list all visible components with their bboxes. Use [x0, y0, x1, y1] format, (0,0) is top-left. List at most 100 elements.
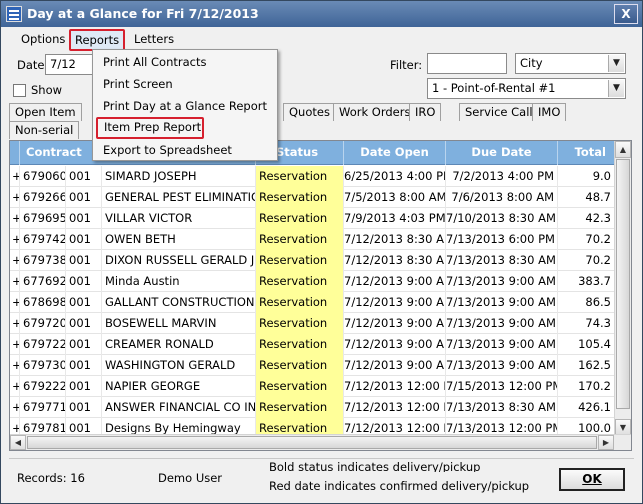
cell-date-open: 7/12/2013 12:00 PM: [344, 376, 446, 397]
scroll-thumb[interactable]: [616, 159, 630, 409]
window-title: Day at a Glance for Fri 7/12/2013: [27, 6, 259, 21]
table-row[interactable]: +679720001BOSEWELL MARVINReservation7/12…: [10, 313, 615, 334]
cell-date-open: 7/12/2013 9:00 AM: [344, 271, 446, 292]
scroll-right-icon[interactable]: ▶: [598, 435, 614, 450]
cell-store: 001: [66, 313, 102, 334]
header-due-date[interactable]: Due Date: [446, 141, 558, 165]
cell-date-open: 6/25/2013 4:00 PM: [344, 166, 446, 187]
cell-date-open: 7/5/2013 8:00 AM: [344, 187, 446, 208]
records-count: Records: 16: [17, 471, 85, 485]
table-row[interactable]: +678698001GALLANT CONSTRUCTIONReservatio…: [10, 292, 615, 313]
row-expand-toggle[interactable]: +: [10, 208, 20, 229]
cell-store: 001: [66, 292, 102, 313]
cell-due-date: 7/13/2013 9:00 AM: [446, 334, 558, 355]
close-button[interactable]: X: [614, 4, 638, 24]
menu-item-item-prep-report[interactable]: Item Prep Report: [96, 117, 204, 139]
cell-date-open: 7/12/2013 8:30 AM: [344, 229, 446, 250]
cell-contract: 679695: [20, 208, 66, 229]
row-expand-toggle[interactable]: +: [10, 355, 20, 376]
cell-customer: ANSWER FINANCIAL CO INC: [102, 397, 256, 418]
table-row[interactable]: +679722001CREAMER RONALDReservation7/12/…: [10, 334, 615, 355]
cell-due-date: 7/13/2013 9:00 AM: [446, 355, 558, 376]
menu-item-print-day-at-a-glance[interactable]: Print Day at a Glance Report: [97, 96, 273, 116]
cell-customer: Minda Austin: [102, 271, 256, 292]
cell-customer: SIMARD JOSEPH: [102, 166, 256, 187]
cell-status: Reservation: [256, 292, 344, 313]
table-row[interactable]: +679060001SIMARD JOSEPHReservation6/25/2…: [10, 166, 615, 187]
menu-item-export-to-spreadsheet[interactable]: Export to Spreadsheet: [97, 140, 273, 160]
chevron-down-icon[interactable]: ▼: [608, 55, 624, 72]
horizontal-scrollbar[interactable]: ◀ ▶: [10, 434, 631, 450]
cell-contract: 679738: [20, 250, 66, 271]
cell-status: Reservation: [256, 271, 344, 292]
scroll-left-icon[interactable]: ◀: [10, 435, 26, 450]
cell-date-open: 7/12/2013 9:00 AM: [344, 292, 446, 313]
filter-input[interactable]: [427, 53, 507, 74]
scroll-up-icon[interactable]: ▲: [615, 141, 631, 158]
row-expand-toggle[interactable]: +: [10, 292, 20, 313]
cell-contract: 677692: [20, 271, 66, 292]
tab-iro[interactable]: IRO: [409, 103, 442, 121]
store-select[interactable]: 1 - Point-of-Rental #1 ▼: [427, 78, 626, 99]
table-row[interactable]: +679742001OWEN BETHReservation7/12/2013 …: [10, 229, 615, 250]
table-row[interactable]: +679771001ANSWER FINANCIAL CO INCReserva…: [10, 397, 615, 418]
row-expand-toggle[interactable]: +: [10, 166, 20, 187]
row-expand-toggle[interactable]: +: [10, 376, 20, 397]
row-expand-toggle[interactable]: +: [10, 334, 20, 355]
cell-due-date: 7/13/2013 6:00 PM: [446, 229, 558, 250]
tab-non-serial[interactable]: Non-serial: [9, 121, 80, 139]
cell-contract: 679060: [20, 166, 66, 187]
cell-customer: GENERAL PEST ELIMINATION: [102, 187, 256, 208]
table-row[interactable]: +679222001NAPIER GEORGEReservation7/12/2…: [10, 376, 615, 397]
show-label: Show: [31, 83, 63, 97]
cell-customer: WASHINGTON GERALD: [102, 355, 256, 376]
current-user: Demo User: [158, 471, 223, 485]
hscroll-thumb[interactable]: [27, 436, 597, 449]
table-row[interactable]: +677692001Minda AustinReservation7/12/20…: [10, 271, 615, 292]
row-expand-toggle[interactable]: +: [10, 271, 20, 292]
app-icon: [6, 6, 22, 22]
table-row[interactable]: +679738001DIXON RUSSELL GERALD JRReserva…: [10, 250, 615, 271]
cell-customer: NAPIER GEORGE: [102, 376, 256, 397]
filter-label: Filter:: [390, 58, 423, 72]
row-expand-toggle[interactable]: +: [10, 229, 20, 250]
cell-date-open: 7/9/2013 4:03 PM: [344, 208, 446, 229]
cell-contract: 679771: [20, 397, 66, 418]
title-bar[interactable]: Day at a Glance for Fri 7/12/2013 X: [1, 1, 642, 27]
legend-red-date: Red date indicates confirmed delivery/pi…: [269, 479, 530, 493]
table-row[interactable]: +679730001WASHINGTON GERALDReservation7/…: [10, 355, 615, 376]
table-row[interactable]: +679695001VILLAR VICTORReservation7/9/20…: [10, 208, 615, 229]
tab-quotes[interactable]: Quotes: [283, 103, 336, 121]
cell-customer: CREAMER RONALD: [102, 334, 256, 355]
cell-customer: OWEN BETH: [102, 229, 256, 250]
cell-contract: 678698: [20, 292, 66, 313]
date-field[interactable]: 7/12: [45, 54, 95, 75]
cell-store: 001: [66, 187, 102, 208]
row-expand-toggle[interactable]: +: [10, 250, 20, 271]
menu-options[interactable]: Options: [17, 31, 69, 49]
tab-work-orders[interactable]: Work Orders: [333, 103, 417, 121]
cell-total: 70.2: [558, 250, 615, 271]
ok-button[interactable]: OK: [559, 468, 625, 491]
menu-reports[interactable]: Reports: [69, 29, 126, 51]
show-checkbox[interactable]: [13, 84, 26, 97]
cell-due-date: 7/2/2013 4:00 PM: [446, 166, 558, 187]
row-expand-toggle[interactable]: +: [10, 397, 20, 418]
table-row[interactable]: +679266001GENERAL PEST ELIMINATIONReserv…: [10, 187, 615, 208]
cell-contract: 679720: [20, 313, 66, 334]
chevron-down-icon[interactable]: ▼: [608, 80, 624, 97]
row-expand-toggle[interactable]: +: [10, 313, 20, 334]
tab-open-items[interactable]: Open Item: [9, 103, 82, 121]
filter-field-select[interactable]: City ▼: [515, 53, 626, 74]
vertical-scrollbar[interactable]: ▲ ▼: [614, 141, 631, 436]
header-total[interactable]: Total: [558, 141, 615, 165]
cell-date-open: 7/12/2013 9:00 AM: [344, 355, 446, 376]
cell-total: 426.1: [558, 397, 615, 418]
header-date-open[interactable]: Date Open: [344, 141, 446, 165]
menu-item-print-all-contracts[interactable]: Print All Contracts: [97, 52, 273, 72]
row-expand-toggle[interactable]: +: [10, 187, 20, 208]
tab-imo[interactable]: IMO: [532, 103, 567, 121]
menu-letters[interactable]: Letters: [130, 31, 178, 49]
cell-status: Reservation: [256, 313, 344, 334]
menu-item-print-screen[interactable]: Print Screen: [97, 74, 273, 94]
